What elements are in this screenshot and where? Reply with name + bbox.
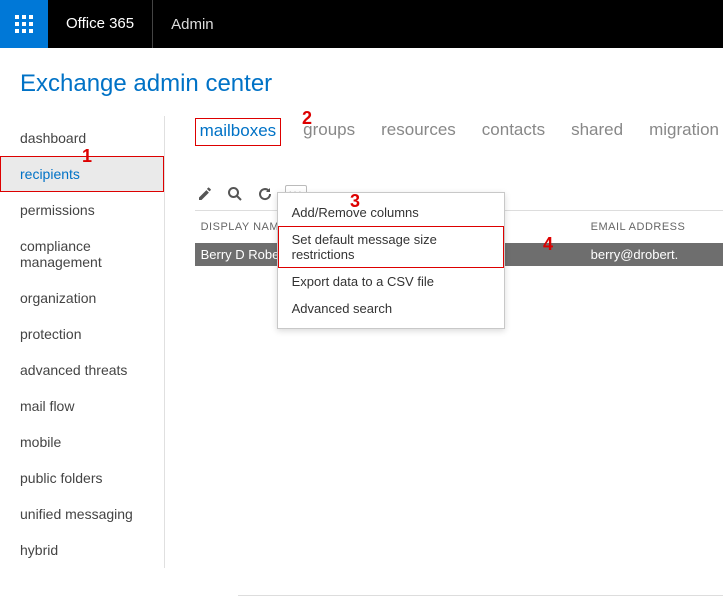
- content: dashboard recipients permissions complia…: [0, 116, 723, 568]
- pencil-icon: [197, 186, 213, 202]
- menu-item-export-csv[interactable]: Export data to a CSV file: [278, 268, 504, 295]
- search-icon: [227, 186, 243, 202]
- sidebar-item-hybrid[interactable]: hybrid: [0, 532, 164, 568]
- sidebar: dashboard recipients permissions complia…: [0, 116, 165, 568]
- tab-migration[interactable]: migration: [645, 118, 723, 146]
- tabs: mailboxes groups resources contacts shar…: [195, 118, 723, 146]
- brand-label[interactable]: Office 365: [48, 0, 153, 48]
- sidebar-item-dashboard[interactable]: dashboard: [0, 120, 164, 156]
- search-button[interactable]: [225, 184, 245, 204]
- section-label[interactable]: Admin: [153, 16, 232, 33]
- edit-button[interactable]: [195, 184, 215, 204]
- menu-item-advanced-search[interactable]: Advanced search: [278, 295, 504, 322]
- tab-contacts[interactable]: contacts: [478, 118, 549, 146]
- sidebar-item-mobile[interactable]: mobile: [0, 424, 164, 460]
- divider: [238, 595, 723, 596]
- more-menu: Add/Remove columns Set default message s…: [277, 192, 505, 329]
- sidebar-item-protection[interactable]: protection: [0, 316, 164, 352]
- sidebar-item-mail-flow[interactable]: mail flow: [0, 388, 164, 424]
- topbar: Office 365 Admin: [0, 0, 723, 48]
- menu-item-set-default-message-size-restrictions[interactable]: Set default message size restrictions: [278, 226, 504, 268]
- sidebar-item-unified-messaging[interactable]: unified messaging: [0, 496, 164, 532]
- sidebar-item-permissions[interactable]: permissions: [0, 192, 164, 228]
- sidebar-item-compliance-management[interactable]: compliance management: [0, 228, 164, 280]
- cell-email: berry@drobert.: [591, 247, 717, 262]
- tab-shared[interactable]: shared: [567, 118, 627, 146]
- main: mailboxes groups resources contacts shar…: [165, 116, 723, 568]
- page-title: Exchange admin center: [20, 70, 723, 98]
- waffle-icon: [15, 15, 33, 33]
- sidebar-item-organization[interactable]: organization: [0, 280, 164, 316]
- refresh-button[interactable]: [255, 184, 275, 204]
- sidebar-item-advanced-threats[interactable]: advanced threats: [0, 352, 164, 388]
- refresh-icon: [257, 186, 273, 202]
- tab-mailboxes[interactable]: mailboxes: [195, 118, 282, 146]
- column-header-email[interactable]: EMAIL ADDRESS: [591, 221, 717, 233]
- app-launcher-button[interactable]: [0, 0, 48, 48]
- sidebar-item-recipients[interactable]: recipients: [0, 156, 164, 192]
- tab-resources[interactable]: resources: [377, 118, 460, 146]
- sidebar-item-public-folders[interactable]: public folders: [0, 460, 164, 496]
- menu-item-add-remove-columns[interactable]: Add/Remove columns: [278, 199, 504, 226]
- tab-groups[interactable]: groups: [299, 118, 359, 146]
